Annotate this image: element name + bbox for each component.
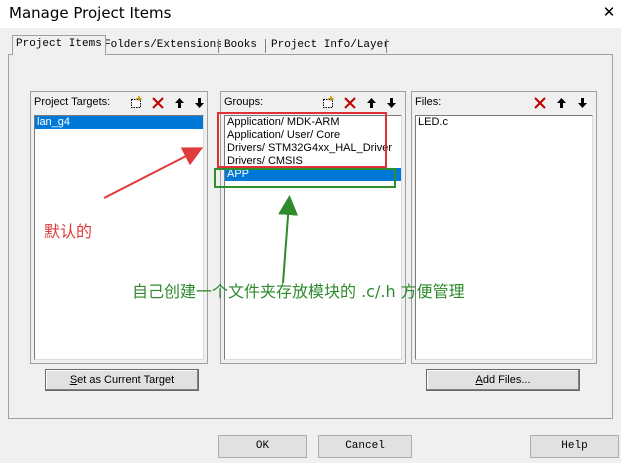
tab-divider [265, 39, 266, 53]
groups-label: Groups: [224, 96, 264, 108]
help-button[interactable]: Help [530, 435, 619, 458]
delete-icon[interactable] [341, 94, 358, 111]
window-title: Manage Project Items [9, 4, 172, 22]
files-list[interactable]: LED.c [415, 115, 593, 360]
set-current-target-button[interactable]: Set as Current Target [45, 369, 199, 391]
tab-folders-extensions[interactable]: Folders/Extensions [101, 38, 226, 54]
project-targets-label: Project Targets: [34, 96, 111, 108]
tab-project-info-layer[interactable]: Project Info/Layer [268, 38, 393, 54]
annotation-red-text: 默认的 [44, 222, 93, 241]
set-current-target-label: Set as Current Target [69, 374, 175, 386]
delete-icon[interactable] [531, 94, 548, 111]
annotation-red-box [217, 112, 387, 168]
list-item-file[interactable]: LED.c [416, 116, 592, 129]
move-up-icon[interactable] [363, 94, 380, 111]
list-item-target[interactable]: lan_g4 [35, 116, 203, 129]
files-header: Files: [412, 92, 596, 112]
files-panel: Files: LED.c [411, 91, 597, 364]
project-targets-header: Project Targets: [31, 92, 207, 112]
move-down-icon[interactable] [383, 94, 400, 111]
annotation-green-text: 自己创建一个文件夹存放模块的 .c/.h 方便管理 [132, 282, 465, 301]
delete-icon[interactable] [149, 94, 166, 111]
tab-divider [386, 39, 387, 53]
new-item-icon[interactable] [320, 94, 337, 111]
ok-button[interactable]: OK [218, 435, 307, 458]
move-up-icon[interactable] [171, 94, 188, 111]
tab-books[interactable]: Books [221, 38, 261, 54]
cancel-button[interactable]: Cancel [318, 435, 412, 458]
annotation-green-box [214, 168, 396, 188]
move-down-icon[interactable] [574, 94, 591, 111]
move-down-icon[interactable] [191, 94, 208, 111]
add-files-button[interactable]: Add Files... [426, 369, 580, 391]
title-bar: Manage Project Items ✕ [0, 0, 621, 28]
files-label: Files: [415, 96, 442, 108]
add-files-label: Add Files... [475, 374, 531, 386]
groups-header: Groups: [221, 92, 405, 112]
tab-divider [218, 39, 219, 53]
new-item-icon[interactable] [128, 94, 145, 111]
move-up-icon[interactable] [553, 94, 570, 111]
close-icon[interactable]: ✕ [598, 2, 620, 24]
tab-project-items[interactable]: Project Items [12, 35, 106, 55]
